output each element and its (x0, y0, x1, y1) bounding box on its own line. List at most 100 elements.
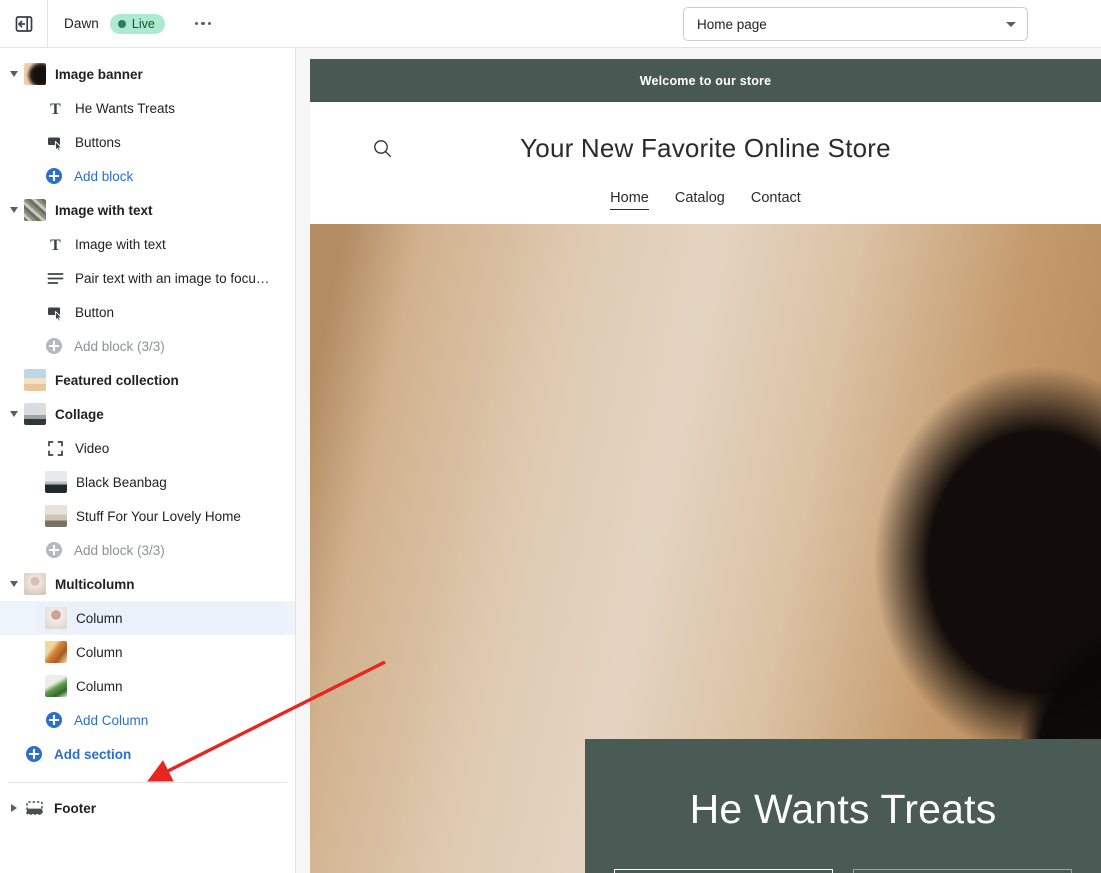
sidebar-item-label: Column (76, 610, 123, 626)
sidebar-item-label: Add block (3/3) (74, 338, 165, 354)
hero-buttons: Get him some treats Read about treats (585, 869, 1101, 873)
sidebar-item-17[interactable]: Column (0, 635, 295, 669)
theme-name: Dawn (64, 16, 99, 31)
text-icon: T (45, 234, 65, 254)
sidebar-item-13[interactable]: Stuff For Your Lovely Home (0, 499, 295, 533)
footer-layout-icon (24, 798, 44, 818)
status-dot-icon (117, 19, 126, 28)
section-thumbnail (24, 369, 46, 391)
sidebar-item-label: Column (76, 678, 123, 694)
status-badge[interactable]: Live (109, 13, 165, 34)
add-section-button[interactable]: Add section (0, 737, 295, 771)
sidebar-item-5[interactable]: T Image with text (0, 227, 295, 261)
section-thumbnail (24, 199, 46, 221)
announcement-bar: Welcome to our store (310, 59, 1101, 102)
sidebar-item-label: Image with text (55, 202, 153, 218)
text-icon: T (45, 98, 65, 118)
plus-circle-icon (45, 167, 63, 185)
sidebar-item-15[interactable]: Multicolumn (0, 567, 295, 601)
hero-primary-button[interactable]: Get him some treats (614, 869, 833, 873)
section-thumbnail (45, 607, 67, 629)
announcement-text: Welcome to our store (639, 73, 772, 88)
sidebar-item-1[interactable]: T He Wants Treats (0, 91, 295, 125)
section-thumbnail (45, 471, 67, 493)
plus-circle-icon (25, 745, 43, 763)
image-banner-section: He Wants Treats Get him some treats Read… (310, 224, 1101, 873)
sidebar-item-4[interactable]: Image with text (0, 193, 295, 227)
sidebar-item-label: Video (75, 440, 110, 456)
theme-editor: Dawn Live Home page Image banner T He Want… (0, 0, 1101, 873)
section-thumbnail (24, 63, 46, 85)
section-thumbnail (45, 641, 67, 663)
storefront-preview[interactable]: Welcome to our store Your New Favorite O… (310, 59, 1101, 873)
dot-icon (207, 21, 212, 26)
sidebar-item-label: Pair text with an image to focu… (75, 270, 270, 286)
sidebar-item-label: Collage (55, 406, 104, 422)
sidebar-item-6[interactable]: Pair text with an image to focu… (0, 261, 295, 295)
sidebar-item-footer[interactable]: Footer (0, 791, 295, 825)
section-thumbnail (45, 505, 67, 527)
preview-pane: Welcome to our store Your New Favorite O… (296, 48, 1101, 873)
chevron-down-icon (1006, 21, 1016, 27)
chevron-down-icon[interactable] (6, 71, 22, 77)
section-thumbnail (45, 675, 67, 697)
plus-circle-icon (45, 541, 63, 559)
chevron-down-icon[interactable] (6, 411, 22, 417)
sidebar-item-9[interactable]: Featured collection (0, 363, 295, 397)
page-selector[interactable]: Home page (683, 7, 1028, 41)
sidebar-item-label: He Wants Treats (75, 100, 176, 116)
button-icon (45, 302, 65, 322)
hero-heading: He Wants Treats (689, 786, 997, 832)
sidebar-item-label: Add Column (74, 712, 149, 728)
sidebar-item-label: Add block (74, 168, 134, 184)
sidebar-item-label: Add block (3/3) (74, 542, 165, 558)
hero-secondary-button[interactable]: Read about treats (853, 869, 1072, 873)
sidebar-item-label: Image with text (75, 236, 166, 252)
sidebar-item-16[interactable]: Column (0, 601, 295, 635)
sidebar-item-label: Multicolumn (55, 576, 135, 592)
sidebar-item-label: Column (76, 644, 123, 660)
editor-body: Image banner T He Wants Treats Buttons Add… (0, 48, 1101, 873)
collapse-left-icon (15, 15, 32, 32)
sidebar-item-label: Black Beanbag (76, 474, 167, 490)
sidebar-item-label: Image banner (55, 66, 143, 82)
sidebar-item-0[interactable]: Image banner (0, 57, 295, 91)
store-header: Your New Favorite Online Store Home Catal… (310, 102, 1101, 224)
store-nav-link-contact[interactable]: Contact (751, 190, 801, 210)
theme-meta: Dawn Live (48, 10, 217, 38)
sections-sidebar[interactable]: Image banner T He Wants Treats Buttons Add… (0, 48, 296, 873)
sidebar-item-18[interactable]: Column (0, 669, 295, 703)
store-nav-link-home[interactable]: Home (610, 190, 649, 210)
collapse-sidebar-button[interactable] (0, 0, 48, 48)
chevron-down-icon[interactable] (6, 207, 22, 213)
svg-text:T: T (50, 101, 61, 118)
svg-text:T: T (50, 237, 61, 254)
chevron-right-icon[interactable] (6, 804, 22, 812)
paragraph-icon (45, 268, 65, 288)
plus-circle-icon (45, 337, 63, 355)
sidebar-item-label: Buttons (75, 134, 121, 150)
sidebar-item-12[interactable]: Black Beanbag (0, 465, 295, 499)
section-thumbnail (24, 573, 46, 595)
sidebar-action-19[interactable]: Add Column (0, 703, 295, 737)
status-badge-label: Live (131, 16, 155, 31)
more-options-button[interactable] (189, 10, 217, 38)
chevron-down-icon[interactable] (6, 581, 22, 587)
sidebar-item-2[interactable]: Buttons (0, 125, 295, 159)
store-nav: Home Catalog Contact (310, 190, 1101, 210)
sidebar-item-label: Button (75, 304, 115, 320)
store-nav-link-catalog[interactable]: Catalog (675, 190, 725, 210)
sidebar-item-label: Footer (54, 800, 96, 816)
sidebar-item-11[interactable]: Video (0, 431, 295, 465)
sidebar-item-label: Featured collection (55, 372, 179, 388)
dot-icon (194, 21, 199, 26)
sidebar-item-7[interactable]: Button (0, 295, 295, 329)
sidebar-action-14: Add block (3/3) (0, 533, 295, 567)
sidebar-item-10[interactable]: Collage (0, 397, 295, 431)
section-thumbnail (24, 403, 46, 425)
button-icon (45, 132, 65, 152)
sidebar-item-label: Stuff For Your Lovely Home (76, 508, 241, 524)
sidebar-action-3[interactable]: Add block (0, 159, 295, 193)
page-selector-wrapper: Home page (683, 7, 1028, 41)
section-tree: Image banner T He Wants Treats Buttons Add… (0, 57, 295, 771)
